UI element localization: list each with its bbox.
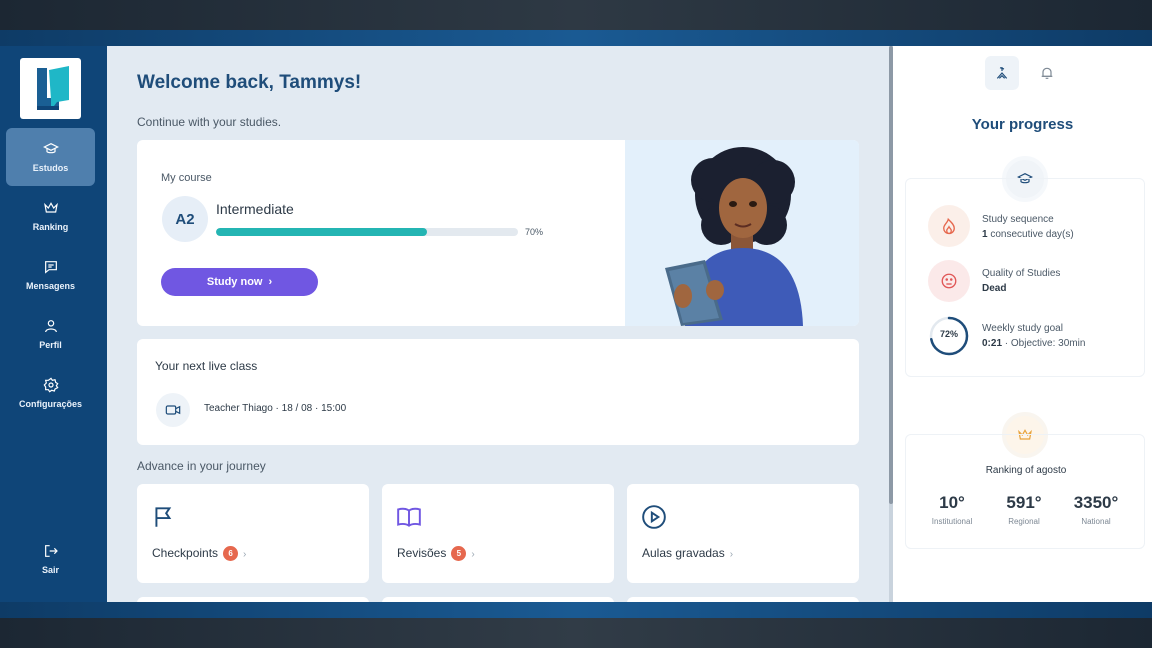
gear-icon [43, 377, 59, 393]
tile-partial [627, 597, 859, 602]
logout-button[interactable]: Sair [6, 530, 95, 588]
fire-icon [928, 205, 970, 247]
ranking-value: 3350° [1073, 493, 1119, 512]
sidebar-item-label: Ranking [32, 222, 69, 232]
weekly-goal-percent: 72% [939, 329, 958, 339]
course-progress-bar [216, 228, 518, 236]
ranking-regional: 591° Regional [994, 493, 1054, 526]
sidebar-item-estudos[interactable]: Estudos [6, 128, 95, 186]
student-illustration [625, 140, 859, 326]
sidebar-item-label: Configurações [18, 399, 82, 409]
message-icon [44, 261, 57, 274]
page-title: Welcome back, Tammys! [137, 72, 362, 93]
podium-icon[interactable] [985, 56, 1019, 90]
weekly-goal-label: Weekly study goal [982, 323, 1063, 334]
progress-panel: Your progress Study sequence 1 consecuti… [893, 46, 1152, 602]
study-sequence-value: 1 consecutive day(s) [982, 229, 1074, 240]
sidebar-item-perfil[interactable]: Perfil [6, 305, 95, 363]
study-now-label: Study now [206, 276, 263, 288]
stats-box: Study sequence 1 consecutive day(s) Qual… [905, 178, 1145, 377]
ranking-value: 591° [1006, 493, 1042, 512]
live-class-card[interactable]: Your next live class Teacher Thiago · 18… [137, 339, 859, 445]
journey-title: Advance in your journey [137, 459, 266, 473]
ranking-value: 10° [939, 493, 965, 512]
logo-mark-icon [36, 65, 69, 110]
sidebar-item-label: Perfil [39, 340, 62, 350]
quality-label: Quality of Studies [982, 268, 1061, 279]
screen-bottom-band [0, 618, 1152, 648]
quality-value: Dead [982, 283, 1007, 294]
sad-face-icon [928, 260, 970, 302]
course-progress-label: 70% [525, 227, 544, 237]
user-icon [44, 320, 57, 333]
chevron-right-icon: › [243, 549, 247, 560]
study-now-button[interactable]: Study now › [161, 268, 318, 296]
sidebar-item-configuracoes[interactable]: Configurações [6, 364, 95, 422]
ranking-label: Regional [1008, 517, 1040, 526]
course-progress-fill [216, 228, 428, 236]
graduation-cap-icon [42, 142, 59, 154]
chevron-right-icon: › [471, 549, 475, 560]
ranking-title: Ranking of agosto [985, 465, 1067, 476]
tile-label: Aulas gravadas › [642, 546, 734, 560]
ranking-label: Institutional [931, 517, 973, 526]
logout-icon [44, 545, 58, 557]
sidebar-item-ranking[interactable]: Ranking [6, 187, 95, 245]
sidebar: Estudos Ranking Mensagens Perfil Configu… [0, 46, 107, 602]
tile-label: Checkpoints 6 › [152, 546, 247, 562]
crown-icon [43, 202, 58, 213]
logout-label: Sair [41, 565, 59, 575]
ranking-national: 3350° National [1066, 493, 1126, 526]
weekly-goal-ring: 72% [928, 315, 970, 357]
level-name: Intermediate [216, 201, 294, 217]
course-card: My course A2 Intermediate 70% Study now … [137, 140, 859, 326]
tile-checkpoints[interactable]: Checkpoints 6 › [137, 484, 369, 583]
tile-revisoes[interactable]: Revisões 5 › [382, 484, 614, 583]
bell-icon[interactable] [1030, 56, 1064, 90]
course-label: My course [161, 172, 212, 184]
chevron-right-icon: › [729, 549, 734, 560]
ranking-box: Ranking of agosto 10° Institutional 591°… [905, 434, 1145, 549]
tile-aulas-gravadas[interactable]: Aulas gravadas › [627, 484, 859, 583]
video-camera-icon [156, 393, 190, 427]
live-class-title: Your next live class [155, 359, 258, 373]
chevron-right-icon: › [268, 276, 273, 288]
tile-partial [382, 597, 614, 602]
play-circle-icon [642, 505, 666, 529]
page-subtitle: Continue with your studies. [137, 115, 282, 129]
tile-partial [137, 597, 369, 602]
ranking-institutional: 10° Institutional [922, 493, 982, 526]
sidebar-item-label: Estudos [32, 163, 69, 173]
main-content: Welcome back, Tammys! Continue with your… [107, 46, 889, 602]
ranking-label: National [1081, 517, 1111, 526]
count-badge: 5 [451, 546, 467, 562]
level-badge: A2 [162, 196, 208, 242]
tile-label: Revisões 5 › [397, 546, 475, 562]
app-logo[interactable] [20, 58, 81, 119]
sidebar-item-mensagens[interactable]: Mensagens [6, 246, 95, 304]
flag-icon [155, 507, 172, 527]
screen-top-band [0, 0, 1152, 30]
sidebar-item-label: Mensagens [25, 281, 76, 291]
weekly-goal-value: 0:21 · Objective: 30min [982, 338, 1086, 349]
count-badge: 6 [223, 546, 239, 562]
study-sequence-label: Study sequence [982, 214, 1054, 225]
live-class-info: Teacher Thiago · 18 / 08 · 15:00 [204, 403, 347, 414]
progress-title: Your progress [971, 116, 1074, 133]
book-icon [397, 507, 421, 527]
